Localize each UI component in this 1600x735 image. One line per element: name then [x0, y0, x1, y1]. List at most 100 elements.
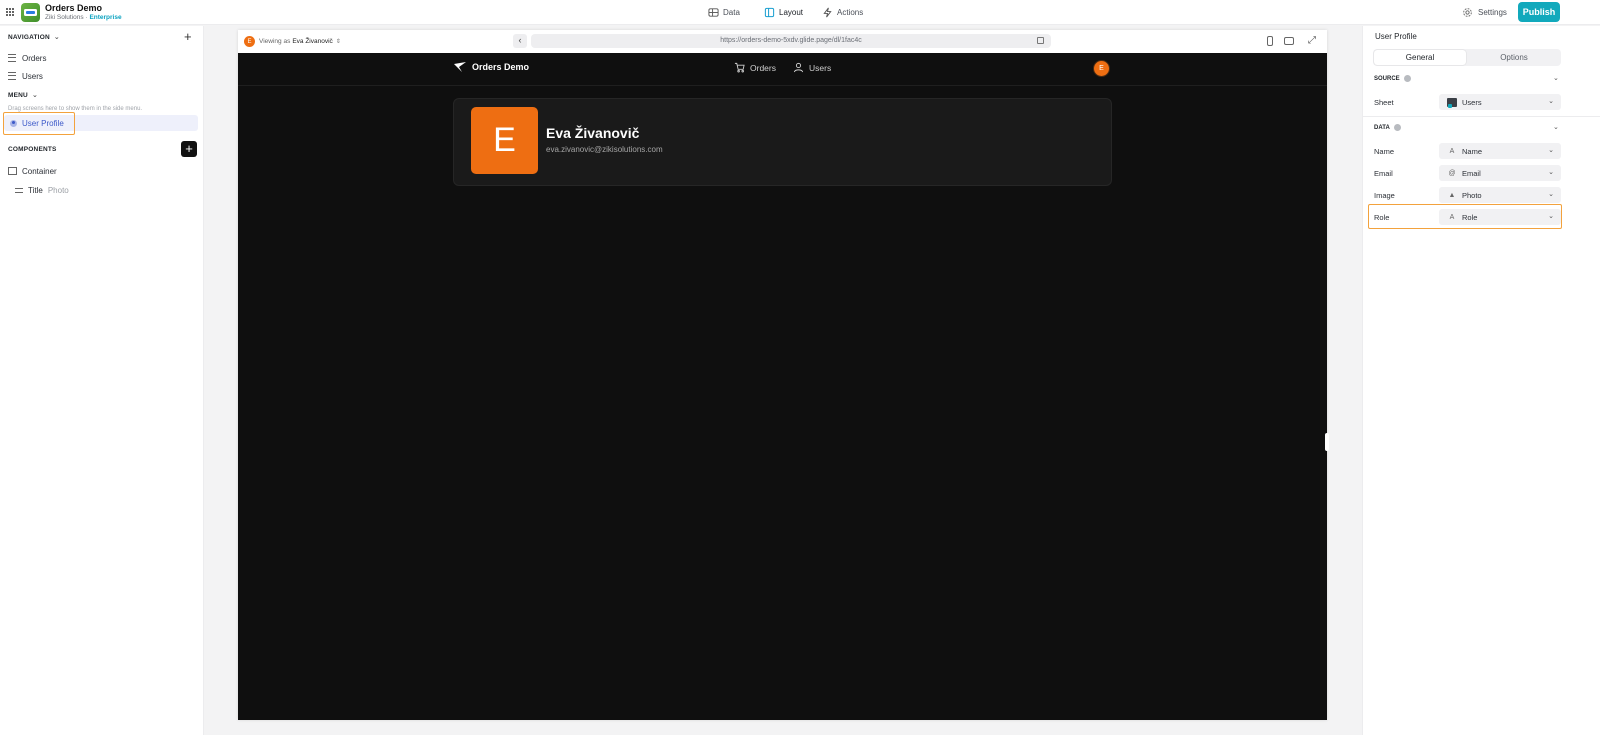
app-nav-orders[interactable]: Orders	[734, 62, 776, 73]
app-brand-name: Orders Demo	[472, 62, 530, 72]
person-icon	[793, 62, 804, 73]
tab-actions[interactable]: Actions	[822, 5, 863, 20]
chevron-down-icon: ⌄	[1548, 98, 1554, 105]
field-value: Email	[1462, 168, 1481, 178]
add-screen-icon[interactable]: +	[184, 30, 192, 43]
app-title[interactable]: Orders Demo	[45, 3, 102, 13]
external-link-icon[interactable]	[1037, 37, 1044, 44]
tab-data-label: Data	[723, 8, 740, 17]
text-icon: A	[1449, 213, 1455, 221]
add-component-button[interactable]: +	[181, 141, 197, 157]
component-container[interactable]: Container	[8, 165, 57, 177]
info-icon[interactable]	[1393, 124, 1401, 131]
field-select-name[interactable]: A Name ⌄	[1439, 143, 1561, 159]
publish-button[interactable]: Publish	[1518, 2, 1560, 22]
info-icon[interactable]	[1403, 75, 1411, 82]
title-icon	[15, 187, 23, 193]
app-logo-icon[interactable]	[21, 3, 40, 22]
sheet-select[interactable]: Users ⌄	[1439, 94, 1561, 110]
tablet-icon[interactable]	[1284, 37, 1294, 45]
field-select-image[interactable]: ▲ Photo ⌄	[1439, 187, 1561, 203]
plan-badge: Enterprise	[89, 14, 122, 21]
app-brand[interactable]: Orders Demo	[454, 62, 529, 72]
tab-general[interactable]: General	[1374, 50, 1466, 65]
data-title: DATA	[1374, 124, 1390, 131]
navigation-section-header[interactable]: NAVIGATION ⌄	[8, 33, 60, 42]
field-select-email[interactable]: @ Email ⌄	[1439, 165, 1561, 181]
at-icon: @	[1448, 169, 1456, 177]
app-nav-users[interactable]: Users	[793, 62, 831, 73]
navigation-title: NAVIGATION	[8, 33, 50, 41]
back-button[interactable]: ‹	[513, 34, 527, 48]
tab-data[interactable]: Data	[708, 5, 740, 20]
profile-photo: E	[471, 107, 538, 174]
cart-icon	[734, 62, 745, 73]
chevron-down-icon: ⌄	[1548, 147, 1554, 154]
field-label-image: Image	[1374, 191, 1395, 200]
viewer-avatar: E	[244, 36, 255, 47]
viewing-as-name: Eva Živanovič	[292, 38, 333, 45]
panel-tabs: General Options	[1373, 49, 1561, 66]
tab-layout-label: Layout	[779, 8, 804, 17]
screen-item-user-profile[interactable]: User Profile	[3, 112, 75, 135]
settings-button[interactable]: Settings	[1462, 5, 1507, 20]
table-icon	[708, 8, 719, 17]
preview-frame: E Viewing as Eva Živanovič ⇕ ‹ https://o…	[238, 30, 1327, 720]
chevron-down-icon: ⌄	[1548, 191, 1554, 198]
nav-item-users[interactable]: Users	[8, 70, 43, 82]
chevron-left-icon: ‹	[518, 35, 522, 45]
user-icon	[10, 120, 17, 127]
chevron-down-icon[interactable]: ⌄	[1553, 123, 1559, 131]
components-title: COMPONENTS	[8, 146, 57, 153]
chevron-down-icon[interactable]: ⌄	[1553, 74, 1559, 82]
user-avatar[interactable]: E	[1093, 60, 1110, 77]
app-screen: Orders Demo Orders Users E E Eva Živanov…	[238, 53, 1327, 720]
apps-grid-icon[interactable]	[6, 8, 14, 16]
component-sub-label: Photo	[47, 185, 69, 195]
nav-item-label: Users	[22, 71, 43, 81]
sheet-label: Sheet	[1374, 98, 1394, 107]
container-icon	[8, 167, 17, 175]
brand-logo-icon	[454, 62, 466, 72]
chevron-down-icon: ⌄	[1548, 169, 1554, 176]
field-label-email: Email	[1374, 169, 1393, 178]
profile-name: Eva Živanovič	[546, 125, 640, 141]
field-value: Role	[1462, 212, 1478, 222]
divider	[1363, 116, 1600, 117]
tab-options[interactable]: Options	[1468, 50, 1560, 65]
image-icon: ▲	[1448, 191, 1456, 199]
lightning-icon	[823, 7, 832, 18]
viewing-as-prefix: Viewing as	[259, 38, 291, 45]
source-section-header[interactable]: SOURCE	[1374, 75, 1411, 82]
panel-title: User Profile	[1375, 32, 1417, 41]
field-select-role[interactable]: A Role ⌄	[1439, 209, 1561, 225]
phone-icon[interactable]	[1267, 36, 1273, 46]
field-value: Photo	[1462, 190, 1482, 200]
profile-email: eva.zivanovic@zikisolutions.com	[546, 145, 663, 154]
nav-item-orders[interactable]: Orders	[8, 52, 46, 64]
org-name: Ziki Solutions ·	[45, 14, 90, 21]
gear-icon	[1463, 8, 1472, 17]
component-title[interactable]: Title Photo	[15, 184, 69, 196]
chevron-down-icon: ⌄	[53, 34, 60, 41]
top-bar: Orders Demo Ziki Solutions · Enterprise …	[0, 0, 1600, 25]
tab-layout[interactable]: Layout	[764, 5, 803, 20]
profile-card[interactable]: E Eva Živanovič eva.zivanovic@zikisoluti…	[453, 98, 1112, 186]
menu-section-header[interactable]: MENU ⌄	[8, 91, 39, 100]
field-label-name: Name	[1374, 147, 1395, 156]
sheet-value: Users	[1462, 97, 1482, 107]
data-section-header[interactable]: DATA	[1374, 124, 1401, 131]
preview-resize-handle[interactable]	[1325, 433, 1329, 451]
source-title: SOURCE	[1374, 75, 1400, 82]
list-icon	[8, 54, 16, 62]
viewing-as-selector[interactable]: E Viewing as Eva Živanovič ⇕	[244, 35, 341, 48]
chevron-down-icon: ⌄	[31, 92, 39, 99]
expand-icon[interactable]: ⤢	[1308, 35, 1316, 46]
url-bar[interactable]: https://orders-demo-5xdv.glide.page/dl/1…	[531, 34, 1051, 48]
chevron-down-icon: ⌄	[1548, 213, 1554, 220]
field-value: Name	[1462, 146, 1483, 156]
components-section-header: COMPONENTS	[8, 146, 57, 153]
app-header: Orders Demo Orders Users E	[238, 53, 1327, 86]
tab-actions-label: Actions	[837, 8, 864, 17]
list-icon	[8, 72, 16, 80]
